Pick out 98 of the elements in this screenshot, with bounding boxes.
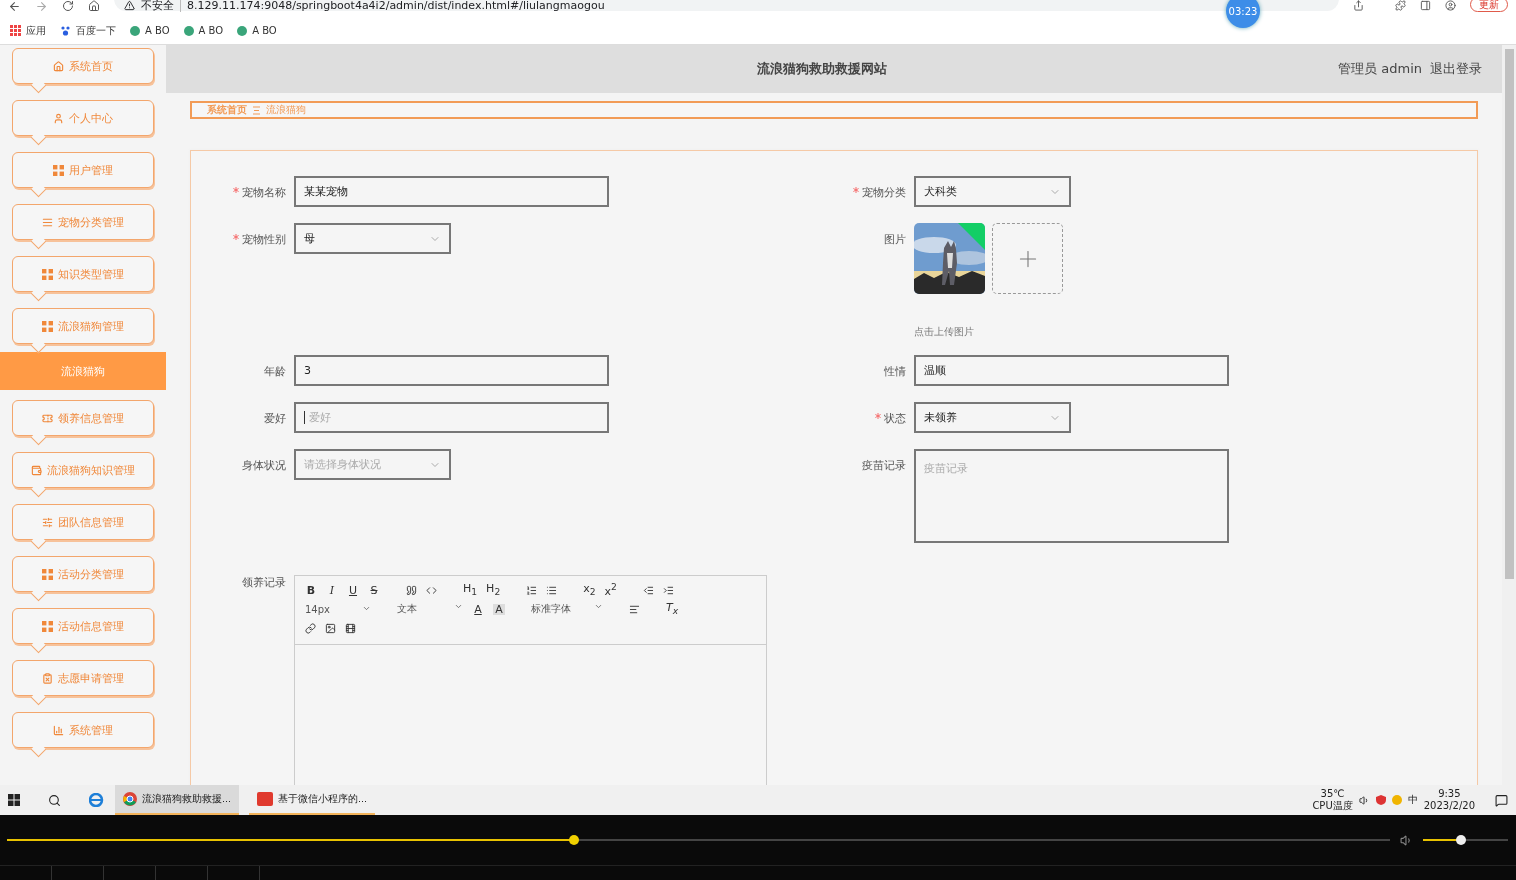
field-label: 领养记录	[241, 575, 286, 591]
update-button[interactable]: 更新	[1470, 0, 1508, 12]
bar-chart-icon	[53, 724, 64, 736]
required-icon	[233, 234, 239, 240]
field-label: 宠物性别	[191, 223, 286, 247]
bookmark[interactable]: A BO	[130, 25, 170, 36]
clipboard-icon	[42, 672, 53, 684]
grid-icon	[53, 164, 64, 176]
wallet-icon	[31, 464, 42, 476]
grid-icon	[42, 620, 53, 632]
script-button[interactable]: x$_{2}$	[583, 583, 596, 597]
format-button[interactable]: I	[326, 584, 338, 596]
font-family-select[interactable]: 标准字体	[531, 602, 603, 616]
required-icon	[233, 187, 239, 193]
bookmark[interactable]: A BO	[237, 25, 277, 36]
admin-user: 管理员 admin	[1338, 60, 1422, 78]
link-icon[interactable]	[305, 622, 316, 634]
background-color-button[interactable]: A	[493, 603, 505, 615]
select-field[interactable]: 母	[294, 223, 451, 254]
home-icon	[53, 60, 64, 72]
grid-icon	[42, 320, 53, 332]
field-label: 宠物名称	[191, 176, 286, 200]
bookmark[interactable]: 应用	[10, 23, 46, 38]
heading-button[interactable]: H$_{1}$	[463, 583, 478, 597]
align-icon[interactable]	[629, 603, 640, 615]
image-icon[interactable]	[325, 622, 336, 634]
separator-icon	[253, 105, 260, 115]
bookmark[interactable]: 百度一下	[60, 23, 116, 38]
paw-icon	[60, 25, 71, 36]
quote-icon[interactable]	[406, 584, 417, 596]
taskbar-app[interactable]: 流浪猫狗救助救援...	[115, 785, 240, 815]
home-icon[interactable]	[88, 0, 100, 12]
ime-indicator[interactable]: 中	[1407, 793, 1418, 807]
browser-icon[interactable]	[89, 793, 105, 807]
upload-hint: 点击上传图片	[914, 325, 975, 339]
chrome-icon	[123, 792, 137, 806]
tray-app-icon	[1391, 795, 1402, 805]
site-title: 流浪猫狗救助救援网站	[756, 60, 889, 78]
format-button[interactable]: U	[347, 584, 359, 596]
field-label: 爱好	[263, 411, 286, 426]
heading-button[interactable]: H$_{2}$	[486, 583, 501, 597]
ordered-list-icon[interactable]	[526, 584, 538, 596]
share-icon[interactable]	[1353, 0, 1364, 11]
url-text: 8.129.11.174:9048/springboot4a4i2/admin/dist/index.html#/liulangmaogou	[180, 0, 605, 12]
select-field[interactable]: 未领养	[914, 402, 1071, 433]
required-icon	[853, 187, 859, 193]
video-icon[interactable]	[345, 622, 356, 634]
logout-link[interactable]: 退出登录	[1430, 60, 1482, 78]
warning-icon	[124, 0, 135, 11]
clock: 9:35 2023/2/20	[1423, 788, 1475, 812]
grid-icon	[42, 268, 53, 280]
security-label: 不安全	[141, 0, 174, 13]
field-label: 状态	[811, 402, 906, 426]
outdent-icon[interactable]	[642, 584, 654, 596]
search-icon[interactable]	[48, 793, 61, 807]
input-field[interactable]: 某某宠物	[294, 176, 609, 207]
field-label: 图片	[883, 232, 906, 247]
field-label: 年龄	[263, 364, 286, 379]
field-label: 性情	[883, 364, 906, 379]
notification-icon[interactable]	[1495, 793, 1508, 807]
user-icon	[53, 112, 64, 124]
format-button[interactable]: B	[305, 584, 317, 596]
grid-icon	[42, 568, 53, 580]
format-button[interactable]: S	[368, 584, 380, 596]
required-icon	[875, 413, 881, 419]
add-image-button[interactable]	[992, 223, 1063, 294]
bookmark[interactable]: A BO	[183, 25, 224, 36]
clear-format-button[interactable]: T$_{x}$	[666, 602, 679, 616]
chevron-down-icon	[454, 602, 463, 611]
menu-icon	[42, 216, 53, 228]
indent-icon[interactable]	[662, 584, 674, 596]
volume-icon[interactable]	[1400, 833, 1413, 847]
select-field[interactable]: 犬科类	[914, 176, 1071, 207]
extension-icon[interactable]	[1395, 0, 1406, 11]
speaker-icon[interactable]	[1358, 794, 1370, 806]
windows-icon[interactable]	[8, 794, 20, 806]
font-size-select[interactable]: 14px	[305, 603, 371, 615]
reload-icon[interactable]	[62, 0, 74, 12]
text-style-select[interactable]: 文本	[397, 602, 463, 616]
profile-icon[interactable]	[1445, 0, 1456, 11]
input-field[interactable]: 温顺	[914, 355, 1229, 386]
sliders-icon	[42, 516, 53, 528]
font-color-button[interactable]: A	[472, 603, 484, 615]
sidebar-icon[interactable]	[1420, 0, 1431, 11]
chevron-down-icon	[594, 602, 603, 611]
shield-icon	[1375, 795, 1386, 805]
field-label: 疫苗记录	[861, 458, 906, 473]
cpu-temperature: 35℃ CPU温度	[1312, 788, 1353, 812]
scrollbar[interactable]	[1502, 45, 1516, 785]
ticket-icon	[42, 412, 53, 424]
apps-icon	[10, 25, 21, 36]
script-button[interactable]: x$^{2}$	[604, 582, 617, 598]
bullet-list-icon[interactable]	[546, 584, 558, 596]
field-label: 身体状况	[241, 458, 286, 473]
back-icon[interactable]	[8, 0, 21, 13]
field-label: 宠物分类	[811, 176, 906, 200]
input-field[interactable]: 3	[294, 355, 609, 386]
code-icon[interactable]	[426, 584, 437, 596]
